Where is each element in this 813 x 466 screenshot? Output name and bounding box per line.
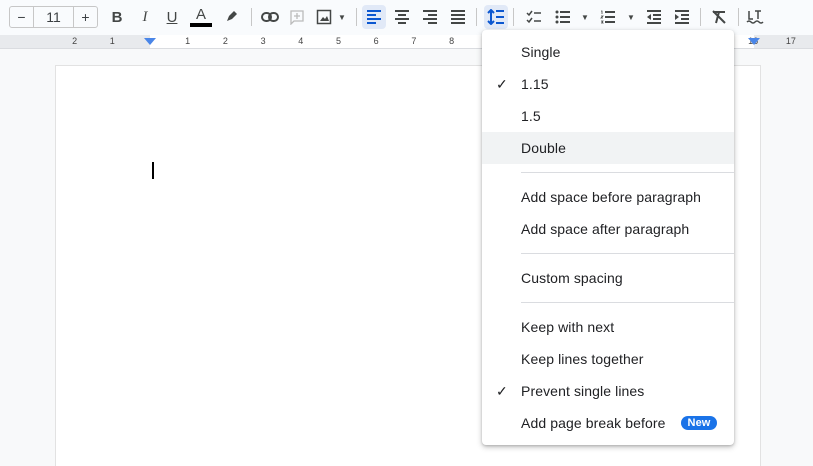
menu-item-add-page-break-before[interactable]: Add page break before New [482,407,734,439]
left-indent-marker[interactable] [144,38,156,45]
menu-item-single[interactable]: Single [482,36,734,68]
image-dropdown-caret-icon[interactable]: ▼ [337,5,347,29]
menu-item-1-15[interactable]: ✓ 1.15 [482,68,734,100]
numbered-list-icon[interactable] [596,5,620,29]
bulleted-list-icon[interactable] [551,5,575,29]
menu-item-keep-lines-together[interactable]: Keep lines together [482,343,734,375]
increase-font-size-button[interactable]: + [73,7,97,27]
checklist-icon[interactable] [522,5,546,29]
align-left-button[interactable] [362,5,386,29]
ruler-number: 4 [298,36,304,46]
text-cursor [152,162,154,179]
ruler-number: 1 [109,36,115,46]
add-comment-icon[interactable] [285,5,309,29]
ruler-number: 17 [785,36,796,46]
menu-item-add-space-before[interactable]: Add space before paragraph [482,181,734,213]
text-color-swatch [190,22,212,27]
divider [700,8,701,26]
ruler-number: 2 [72,36,78,46]
decrease-indent-icon[interactable] [642,5,666,29]
menu-item-1-5[interactable]: 1.5 [482,100,734,132]
menu-item-label: Custom spacing [521,270,623,286]
divider [513,8,514,26]
decrease-font-size-button[interactable]: − [10,7,34,27]
italic-button[interactable]: I [133,5,157,29]
menu-item-label: 1.15 [521,76,549,92]
underline-button[interactable]: U [160,5,184,29]
menu-item-label: Double [521,140,566,156]
menu-item-label: Prevent single lines [521,383,645,399]
menu-item-label: Single [521,44,561,60]
divider [738,8,739,26]
ruler-number: 2 [222,36,228,46]
divider [356,8,357,26]
line-spacing-button[interactable] [484,5,508,29]
menu-item-keep-with-next[interactable]: Keep with next [482,311,734,343]
menu-item-prevent-single-lines[interactable]: ✓ Prevent single lines [482,375,734,407]
menu-separator [521,253,734,254]
ruler-number: 7 [411,36,417,46]
line-spacing-menu: Single ✓ 1.15 1.5 Double Add space before pa… [482,30,734,445]
ruler-number: 6 [373,36,379,46]
font-size-input[interactable]: 11 [34,7,73,27]
clear-formatting-icon[interactable] [707,5,731,29]
link-icon[interactable] [258,5,282,29]
ruler-number: 8 [449,36,455,46]
new-badge: New [680,416,718,430]
text-color-label: A [195,5,206,23]
menu-separator [521,172,734,173]
numbered-dropdown-caret-icon[interactable]: ▼ [626,5,636,29]
text-color-button[interactable]: A [189,5,213,29]
menu-item-label: Add space before paragraph [521,189,702,205]
align-center-button[interactable] [390,5,414,29]
menu-item-label: Add space after paragraph [521,221,690,237]
bullet-dropdown-caret-icon[interactable]: ▼ [580,5,590,29]
highlighter-icon[interactable] [220,5,244,29]
spellcheck-icon[interactable] [743,5,767,29]
menu-item-label: 1.5 [521,108,541,124]
check-icon: ✓ [496,383,508,399]
font-size-control: − 11 + [9,6,98,28]
justify-button[interactable] [446,5,470,29]
menu-separator [521,302,734,303]
divider [476,8,477,26]
check-icon: ✓ [496,76,508,92]
bold-button[interactable]: B [105,5,129,29]
divider [251,8,252,26]
menu-item-label: Keep with next [521,319,615,335]
increase-indent-icon[interactable] [670,5,694,29]
menu-item-custom-spacing[interactable]: Custom spacing [482,262,734,294]
ruler-number: 3 [260,36,266,46]
insert-image-icon[interactable] [312,5,336,29]
menu-item-double[interactable]: Double [482,132,734,164]
menu-item-label: Keep lines together [521,351,644,367]
right-indent-marker[interactable] [748,38,760,45]
align-right-button[interactable] [418,5,442,29]
ruler-number: 1 [185,36,191,46]
menu-item-add-space-after[interactable]: Add space after paragraph [482,213,734,245]
menu-item-label: Add page break before [521,415,666,431]
ruler-number: 5 [335,36,342,46]
